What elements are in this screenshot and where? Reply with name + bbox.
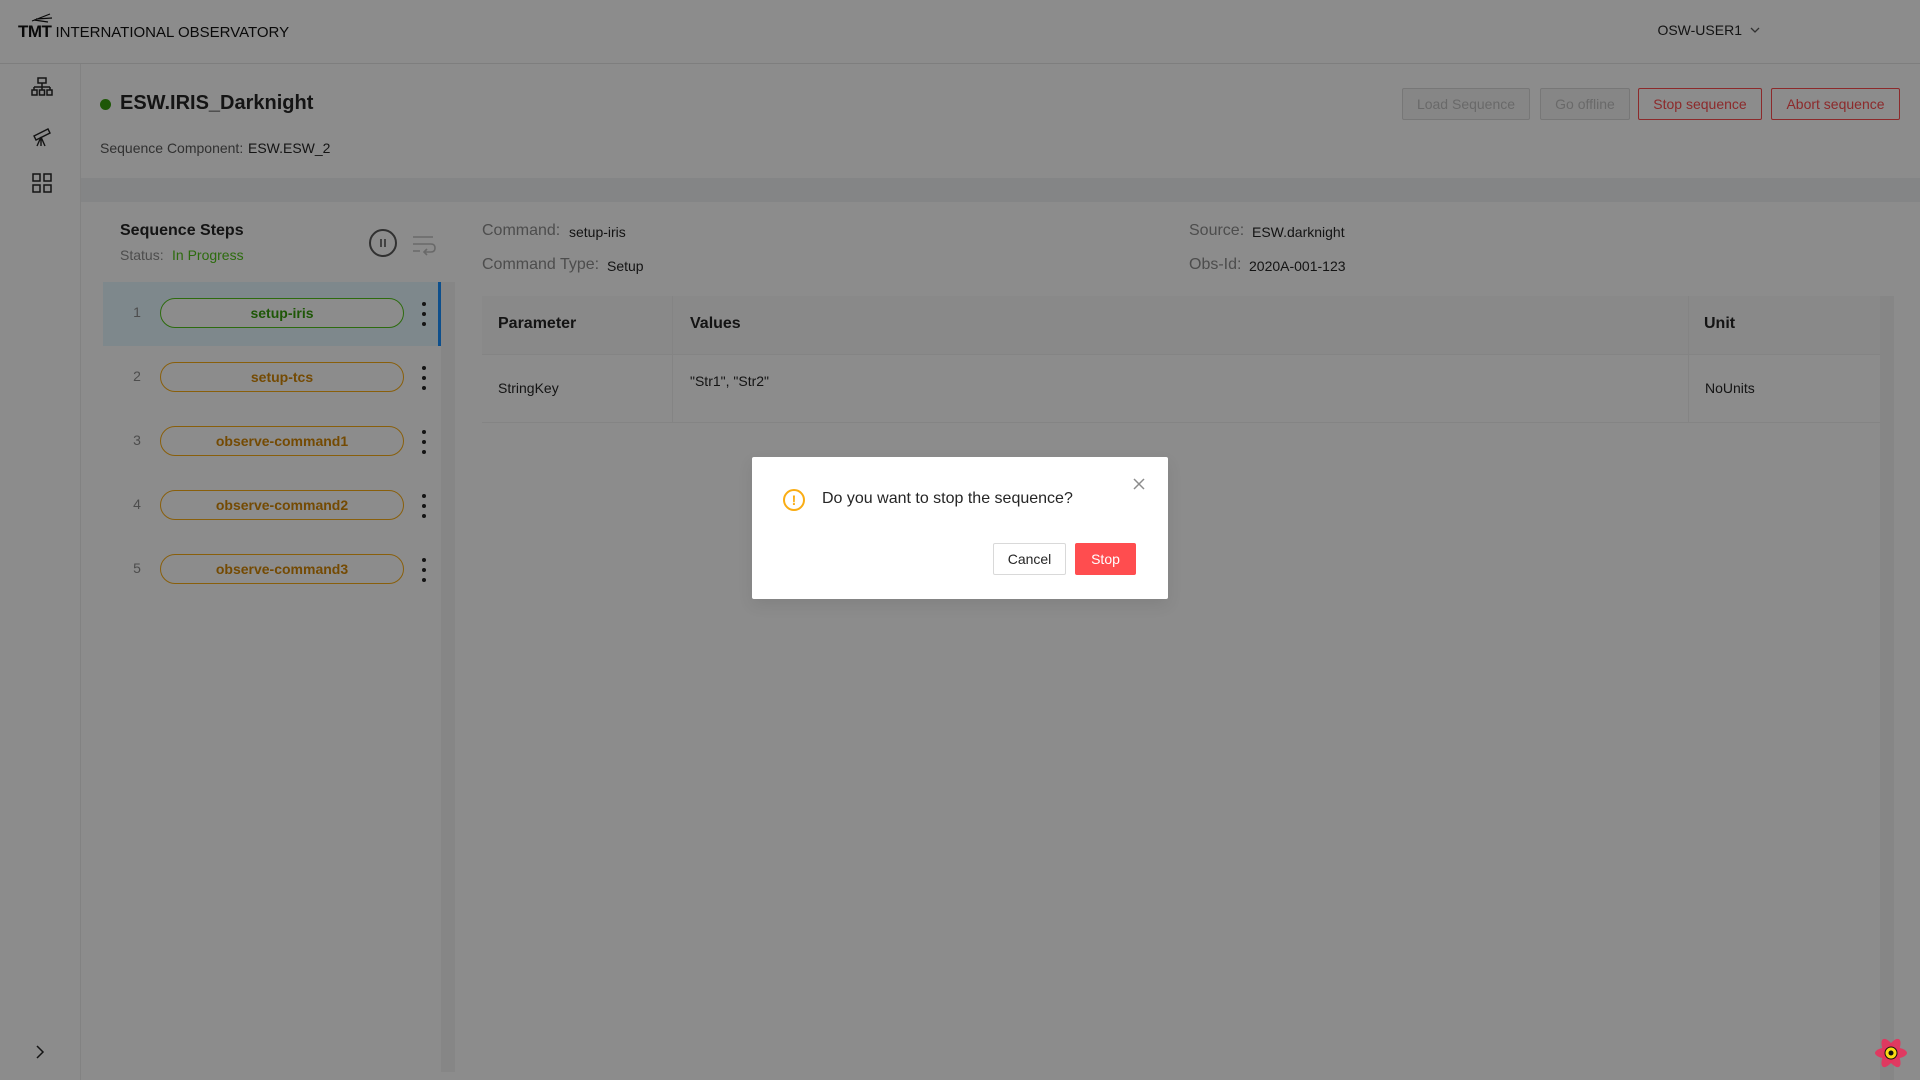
- exclamation-icon: !: [783, 489, 805, 511]
- close-icon[interactable]: [1130, 475, 1148, 493]
- cancel-button[interactable]: Cancel: [993, 543, 1066, 575]
- confirm-dialog: [752, 457, 1168, 599]
- confirm-message: Do you want to stop the sequence?: [822, 490, 1073, 507]
- stop-button[interactable]: Stop: [1075, 543, 1136, 575]
- react-devtools-icon[interactable]: [1872, 1034, 1910, 1072]
